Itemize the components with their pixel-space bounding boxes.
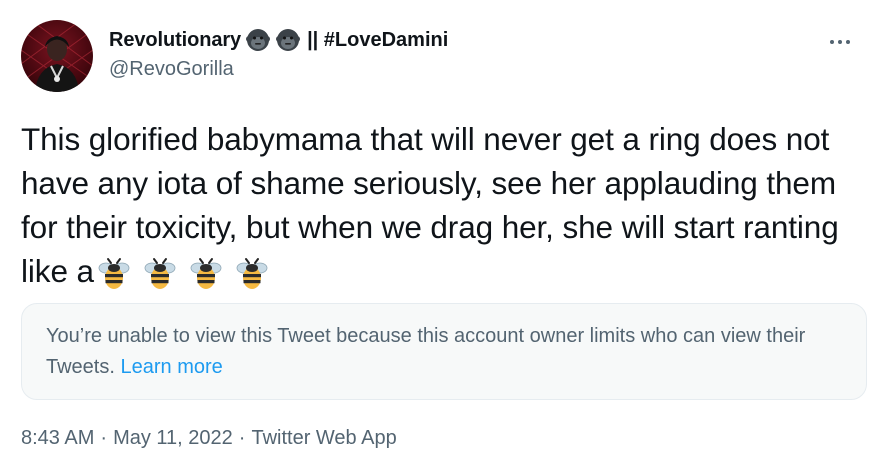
gorilla-icon	[245, 27, 271, 53]
author-name-suffix[interactable]: || #LoveDamini	[307, 29, 448, 52]
tweet-source-link[interactable]: Twitter Web App	[251, 427, 396, 449]
tweet-header: Revolutionary || #LoveDamini @RevoGorill…	[109, 26, 817, 81]
separator: ·	[100, 427, 108, 449]
tweet-metadata: 8:43 AM · May 11, 2022 · Twitter Web App	[21, 427, 397, 450]
author-handle[interactable]: @RevoGorilla	[109, 58, 817, 81]
tweet-text: This glorified babymama that will never …	[21, 117, 866, 293]
avatar[interactable]	[21, 20, 93, 92]
more-dot-icon	[838, 40, 842, 44]
more-dot-icon	[830, 40, 834, 44]
bee-icon	[186, 253, 226, 293]
author-name-row[interactable]: Revolutionary || #LoveDamini	[109, 26, 817, 54]
tweet-date: May 11, 2022	[113, 427, 233, 449]
bee-icon	[140, 253, 180, 293]
more-options-button[interactable]	[825, 30, 855, 54]
learn-more-link[interactable]: Learn more	[120, 356, 222, 378]
author-display-name[interactable]: Revolutionary	[109, 29, 241, 52]
unavailable-tweet-notice: You’re unable to view this Tweet because…	[21, 303, 867, 400]
separator: ·	[238, 427, 246, 449]
tweet-time: 8:43 AM	[21, 427, 95, 449]
gorilla-icon	[275, 27, 301, 53]
avatar-photo	[21, 20, 93, 92]
bee-icon	[232, 253, 272, 293]
bee-icon	[94, 253, 134, 293]
more-dot-icon	[846, 40, 850, 44]
tweet-time-link[interactable]: 8:43 AM · May 11, 2022	[21, 427, 233, 449]
